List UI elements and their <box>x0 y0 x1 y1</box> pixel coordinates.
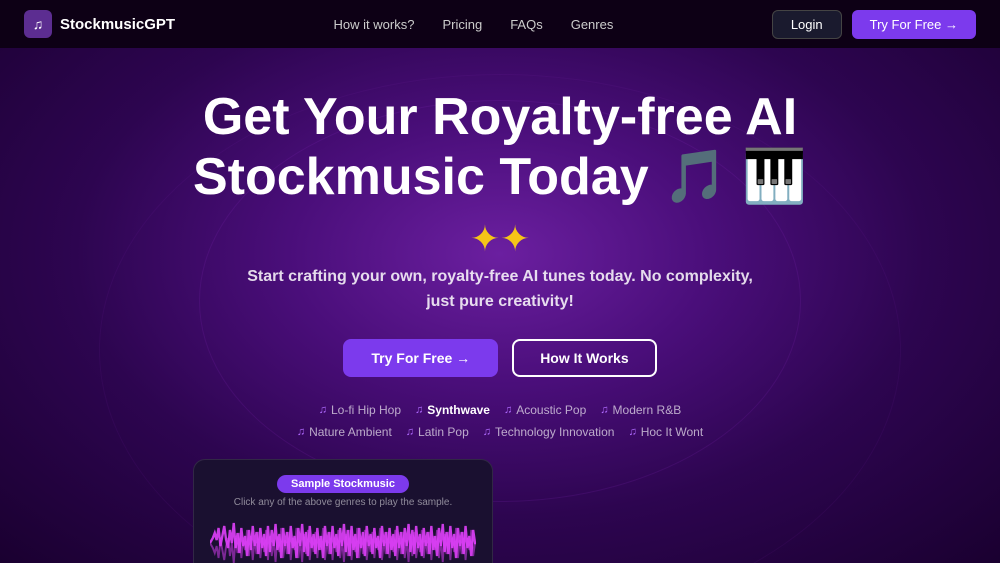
waveform <box>210 518 476 563</box>
genre-row-1: ♫ Lo-fi Hip Hop ♫ Synthwave ♫ Acoustic P… <box>319 403 681 417</box>
hero-section: Get Your Royalty-free AI Stockmusic Toda… <box>0 48 1000 563</box>
music-note-icon: ♫ <box>483 426 491 438</box>
brand: ♫ StockmusicGPT <box>24 10 175 38</box>
login-button[interactable]: Login <box>772 10 842 39</box>
music-note-icon: ♫ <box>628 426 636 438</box>
hero-content: Get Your Royalty-free AI Stockmusic Toda… <box>193 88 807 563</box>
music-note-icon: ♫ <box>297 426 305 438</box>
music-note-icon: ♫ <box>504 404 512 416</box>
brand-icon: ♫ <box>24 10 52 38</box>
music-note-icon: ♫ <box>406 426 414 438</box>
genre-latin-pop[interactable]: ♫ Latin Pop <box>406 425 469 439</box>
music-note-icon: ♫ <box>415 404 423 416</box>
music-note-icon: ♫ <box>600 404 608 416</box>
sample-card: Sample Stockmusic Click any of the above… <box>193 459 493 563</box>
genre-synthwave[interactable]: ♫ Synthwave <box>415 403 490 417</box>
nav-links: How it works? Pricing FAQs Genres <box>334 17 614 32</box>
genre-tech-innovation[interactable]: ♫ Technology Innovation <box>483 425 615 439</box>
genre-modern-rnb[interactable]: ♫ Modern R&B <box>600 403 681 417</box>
genre-nature-ambient[interactable]: ♫ Nature Ambient <box>297 425 392 439</box>
music-note-icon: ♫ <box>319 404 327 416</box>
genre-acoustic-pop[interactable]: ♫ Acoustic Pop <box>504 403 586 417</box>
try-free-nav-button[interactable]: Try For Free → <box>852 10 976 39</box>
hero-title: Get Your Royalty-free AI Stockmusic Toda… <box>193 88 807 208</box>
genre-lo-fi[interactable]: ♫ Lo-fi Hip Hop <box>319 403 401 417</box>
hero-buttons: Try For Free → How It Works <box>193 339 807 377</box>
hero-subtitle: Start crafting your own, royalty-free AI… <box>240 264 760 315</box>
hero-title-line1: Get Your Royalty-free AI <box>193 88 807 148</box>
sparkles-icon: ✦✦ <box>193 218 807 260</box>
genre-hoc-it-wont[interactable]: ♫ Hoc It Wont <box>628 425 703 439</box>
nav-genres[interactable]: Genres <box>571 17 614 32</box>
nav-pricing[interactable]: Pricing <box>442 17 482 32</box>
try-free-hero-button[interactable]: Try For Free → <box>343 339 498 377</box>
sample-card-title: Sample Stockmusic <box>277 475 409 493</box>
sample-card-subtitle: Click any of the above genres to play th… <box>210 497 476 508</box>
genre-row-2: ♫ Nature Ambient ♫ Latin Pop ♫ Technolog… <box>297 425 703 439</box>
navbar: ♫ StockmusicGPT How it works? Pricing FA… <box>0 0 1000 48</box>
how-it-works-button[interactable]: How It Works <box>512 339 656 377</box>
brand-name: StockmusicGPT <box>60 16 175 33</box>
sample-card-header: Sample Stockmusic Click any of the above… <box>210 474 476 508</box>
genre-tags: ♫ Lo-fi Hip Hop ♫ Synthwave ♫ Acoustic P… <box>193 403 807 439</box>
nav-faqs[interactable]: FAQs <box>510 17 543 32</box>
waveform-svg <box>210 518 476 563</box>
nav-actions: Login Try For Free → <box>772 10 976 39</box>
nav-how-it-works[interactable]: How it works? <box>334 17 415 32</box>
hero-title-line2: Stockmusic Today 🎵 🎹 <box>193 148 807 208</box>
